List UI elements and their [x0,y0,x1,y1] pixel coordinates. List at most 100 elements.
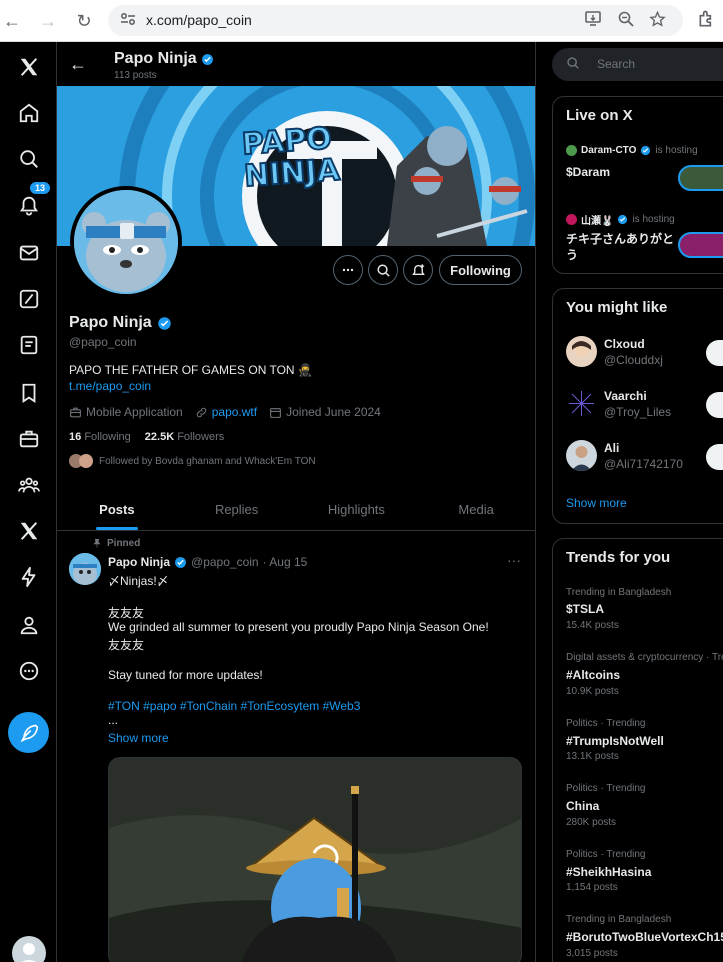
follower-avatar [79,454,93,468]
following-stat[interactable]: 16 Following [69,431,131,443]
verified-orgs-icon[interactable] [14,562,44,592]
tab-media[interactable]: Media [416,488,535,530]
tweet-hashtags[interactable]: #TON #papo #TonChain #TonEcosytem #Web3 [108,699,360,713]
trend-name[interactable]: #TrumpIsNotWell [566,734,664,748]
tab-highlights[interactable]: Highlights [297,488,417,530]
premium-icon[interactable] [14,516,44,546]
tweet-author-name[interactable]: Papo Ninja [108,555,170,569]
url-text[interactable]: x.com/papo_coin [146,12,252,28]
account-avatar[interactable] [12,936,46,962]
communities-icon[interactable] [14,470,44,500]
tab-posts[interactable]: Posts [57,488,177,530]
bell-plus-icon [411,263,425,275]
more-options-button[interactable] [333,255,363,285]
trend-count: 280K posts [566,817,617,828]
tweet-ellipsis: ... [108,713,119,727]
zoom-icon[interactable] [618,11,634,32]
user-handle[interactable]: @Ali71742170 [604,457,683,471]
browser-toolbar: ← → ↻ x.com/papo_coin [0,0,723,42]
profile-handle: @papo_coin [69,335,137,349]
reload-icon[interactable]: ↻ [72,9,96,33]
profile-bio-link[interactable]: t.me/papo_coin [69,379,151,393]
trend-meta: Trending in Bangladesh [566,914,672,925]
bookmark-star-icon[interactable] [649,10,666,32]
host-avatar [566,214,577,225]
user-avatar[interactable] [566,388,597,419]
live-host-row[interactable]: Daram-CTO is hosting [566,145,698,156]
bookmarks-icon[interactable] [14,378,44,408]
search-input[interactable]: Search [552,48,723,81]
tweet-author-avatar[interactable] [69,553,101,585]
trend-meta: Politics · Trending [566,849,646,860]
profile-joined-label: Joined June 2024 [286,405,381,419]
search-profile-button[interactable] [368,255,398,285]
trend-name[interactable]: $TSLA [566,602,604,616]
site-info-icon[interactable] [120,12,136,29]
followed-by[interactable]: Followed by Bovda ghanam and Whack'Em TO… [69,454,316,468]
tweet-show-more-link[interactable]: Show more [108,731,169,745]
notifications-icon[interactable]: 13 [14,182,51,220]
user-handle[interactable]: @Clouddxj [604,353,663,367]
messages-icon[interactable] [14,238,44,268]
verified-badge-icon [175,556,186,568]
following-button[interactable]: Following [439,255,522,285]
search-placeholder: Search [597,57,636,71]
trend-name[interactable]: #SheikhHasina [566,865,651,879]
x-logo-icon[interactable] [14,52,44,82]
user-handle[interactable]: @Troy_Liles [604,405,671,419]
tweet-media-image[interactable] [108,757,522,962]
forward-icon[interactable]: → [36,9,60,33]
install-app-icon[interactable] [585,11,603,32]
profile-avatar[interactable] [70,186,182,298]
live-host-status: is hosting [632,214,675,225]
user-name[interactable]: Clxoud [604,337,645,351]
tweet-text-line: 〆Ninjas!〆 [108,574,169,588]
calendar-icon [270,407,282,418]
grok-icon[interactable] [14,284,44,314]
follow-button[interactable] [706,340,723,366]
tab-replies[interactable]: Replies [177,488,297,530]
tweet-author-handle[interactable]: @papo_coin [191,555,259,569]
tweet-date[interactable]: · Aug 15 [263,555,308,569]
profile-category-label: Mobile Application [86,405,183,419]
user-avatar[interactable] [566,440,597,471]
live-space-title[interactable]: $Daram [566,164,610,180]
back-icon[interactable]: ← [0,9,24,33]
explore-icon[interactable] [14,144,44,174]
trend-meta: Politics · Trending [566,783,646,794]
profile-name-row: Papo Ninja [69,314,172,332]
header-name: Papo Ninja [114,50,197,67]
live-space-title[interactable]: チキ子さんありがとう [566,231,678,263]
host-avatar [566,145,577,156]
compose-post-button[interactable] [8,712,49,753]
wtf-show-more-link[interactable]: Show more [566,496,627,510]
live-host-row[interactable]: 山瀬🐰 is hosting [566,212,675,227]
extensions-icon[interactable] [697,9,717,34]
live-host-status: is hosting [655,145,698,156]
follow-button[interactable] [706,392,723,418]
user-avatar[interactable] [566,336,597,367]
profile-name: Papo Ninja [69,314,152,331]
followers-stat[interactable]: 22.5K Followers [145,431,225,443]
jobs-icon[interactable] [14,424,44,454]
trend-name[interactable]: China [566,799,599,813]
follow-button[interactable] [706,444,723,470]
trend-name[interactable]: #BorutoTwoBlueVortexCh15 [566,930,723,944]
left-navigation: 13 [0,42,57,962]
profile-icon[interactable] [14,610,44,640]
home-icon[interactable] [14,98,44,128]
profile-website-link[interactable]: papo.wtf [212,405,257,419]
trend-name[interactable]: #Altcoins [566,668,620,682]
tweet-more-icon[interactable]: ··· [507,552,521,568]
live-listeners-avatars[interactable] [678,165,723,191]
user-name[interactable]: Vaarchi [604,389,647,403]
link-icon [196,407,206,417]
lists-icon[interactable] [14,330,44,360]
subscribe-notifications-button[interactable] [403,255,433,285]
right-sidebar: Search Live on X Daram-CTO is hosting $D… [536,42,723,962]
address-bar[interactable]: x.com/papo_coin [108,5,683,36]
more-icon[interactable] [14,656,44,686]
user-name[interactable]: Ali [604,441,619,455]
back-arrow-icon[interactable]: ← [69,54,87,75]
live-listeners-avatars[interactable] [678,232,723,258]
